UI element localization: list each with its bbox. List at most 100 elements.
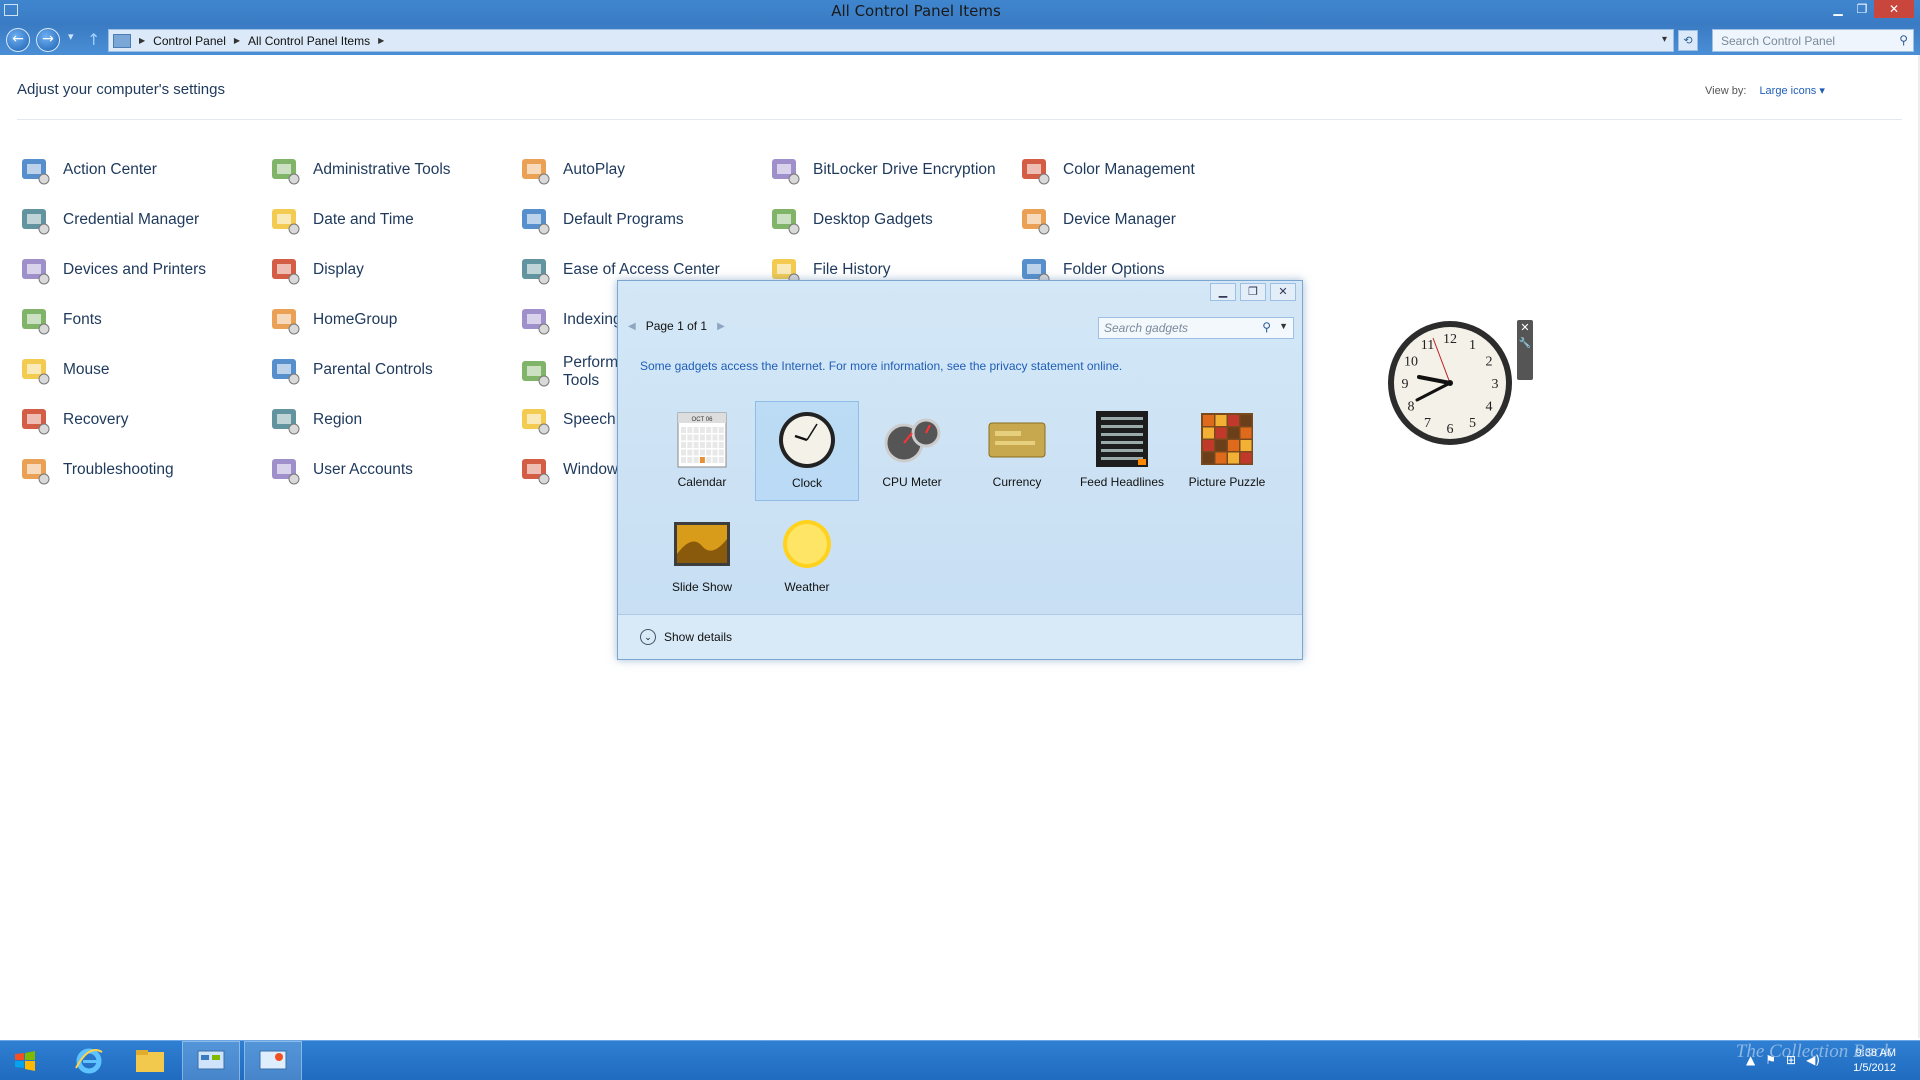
taskbar-file-explorer[interactable] bbox=[121, 1041, 179, 1080]
control-panel-item-label: Folder Options bbox=[1063, 261, 1165, 278]
prev-page-button[interactable]: ◀ bbox=[628, 321, 636, 332]
indexing-icon bbox=[519, 304, 551, 336]
control-panel-item[interactable]: Administrative Tools bbox=[269, 154, 514, 186]
control-panel-item[interactable]: Date and Time bbox=[269, 204, 514, 236]
next-page-button[interactable]: ▶ bbox=[717, 321, 725, 332]
gadget-tile[interactable]: Picture Puzzle bbox=[1175, 401, 1279, 501]
gadget-tile[interactable]: Clock bbox=[755, 401, 859, 501]
taskbar-internet-explorer[interactable] bbox=[60, 1041, 118, 1080]
troubleshooting-icon bbox=[19, 454, 51, 486]
control-panel-item[interactable]: Fonts bbox=[19, 304, 264, 336]
autoplay-icon bbox=[519, 154, 551, 186]
calendar-icon bbox=[269, 204, 301, 236]
control-panel-item[interactable]: Default Programs bbox=[519, 204, 764, 236]
search-placeholder: Search Control Panel bbox=[1721, 34, 1836, 48]
gadget-toolbar: ✕ 🔧 bbox=[1517, 320, 1533, 380]
control-panel-item[interactable]: Device Manager bbox=[1019, 204, 1264, 236]
control-panel-item-label: Recovery bbox=[63, 411, 129, 428]
gadget-label: Clock bbox=[791, 476, 822, 490]
privacy-info-link[interactable]: Some gadgets access the Internet. For mo… bbox=[640, 359, 1122, 373]
search-icon[interactable]: ⚲ bbox=[1262, 320, 1271, 334]
recent-pages-button[interactable]: ▾ bbox=[68, 30, 74, 43]
users-icon bbox=[269, 454, 301, 486]
control-panel-item[interactable]: Display bbox=[269, 254, 514, 286]
gadget-tile[interactable]: Feed Headlines bbox=[1070, 401, 1174, 501]
refresh-button[interactable]: ⟲ bbox=[1678, 30, 1698, 51]
printer-icon bbox=[19, 254, 51, 286]
address-bar[interactable]: ▶ Control Panel ▶ All Control Panel Item… bbox=[108, 29, 1674, 52]
clock-numeral: 2 bbox=[1486, 355, 1493, 370]
taskbar-control-panel[interactable] bbox=[182, 1041, 240, 1080]
gadget-label: Weather bbox=[784, 580, 830, 594]
start-button[interactable] bbox=[0, 1041, 50, 1080]
control-panel-item-label: Device Manager bbox=[1063, 211, 1176, 228]
display-icon bbox=[269, 254, 301, 286]
clock-numeral: 9 bbox=[1402, 377, 1409, 392]
gallery-maximize-button[interactable]: ❐ bbox=[1240, 283, 1266, 301]
gallery-footer: ⌄ Show details bbox=[618, 614, 1302, 659]
minimize-button[interactable]: ▁ bbox=[1826, 0, 1850, 18]
control-panel-item[interactable]: Color Management bbox=[1019, 154, 1264, 186]
gadget-tile[interactable]: CPU Meter bbox=[860, 401, 964, 501]
control-panel-item[interactable]: Devices and Printers bbox=[19, 254, 264, 286]
gadget-search-placeholder: Search gadgets bbox=[1104, 321, 1189, 335]
gallery-minimize-button[interactable]: ▁ bbox=[1210, 283, 1236, 301]
view-by-dropdown[interactable]: Large icons ▾ bbox=[1759, 85, 1824, 97]
control-panel-item[interactable]: BitLocker Drive Encryption bbox=[769, 154, 1014, 186]
clock-date: 1/5/2012 bbox=[1853, 1062, 1896, 1074]
control-panel-item[interactable]: User Accounts bbox=[269, 454, 514, 486]
gallery-close-button[interactable]: ✕ bbox=[1270, 283, 1296, 301]
breadcrumb-separator[interactable]: ▶ bbox=[139, 36, 145, 45]
breadcrumb-separator[interactable]: ▶ bbox=[234, 36, 240, 45]
control-panel-item[interactable]: Desktop Gadgets bbox=[769, 204, 1014, 236]
gadget-close-button[interactable]: ✕ bbox=[1517, 321, 1533, 334]
folder-icon bbox=[136, 1050, 164, 1072]
desktop-clock-gadget[interactable]: 12 12 3 456 78 9 1011 bbox=[1385, 318, 1515, 448]
search-icon[interactable]: ⚲ bbox=[1899, 33, 1908, 47]
gadget-tile[interactable]: Currency bbox=[965, 401, 1069, 501]
color-management-icon bbox=[1019, 154, 1051, 186]
control-panel-item[interactable]: Region bbox=[269, 404, 514, 436]
search-input[interactable]: Search Control Panel ⚲ bbox=[1712, 29, 1914, 52]
control-panel-item-label: Display bbox=[313, 261, 364, 278]
control-panel-item[interactable]: HomeGroup bbox=[269, 304, 514, 336]
clock-numeral: 1 bbox=[1469, 338, 1476, 353]
control-panel-item[interactable]: Credential Manager bbox=[19, 204, 264, 236]
slide-show-icon bbox=[672, 514, 732, 574]
breadcrumb-all-items[interactable]: All Control Panel Items bbox=[248, 34, 370, 48]
control-panel-item-label: Mouse bbox=[63, 361, 110, 378]
control-panel-item[interactable]: Recovery bbox=[19, 404, 264, 436]
bitlocker-icon bbox=[769, 154, 801, 186]
control-panel-item[interactable]: Parental Controls bbox=[269, 354, 514, 386]
control-panel-item[interactable]: Action Center bbox=[19, 154, 264, 186]
back-button[interactable]: ← bbox=[6, 28, 30, 52]
view-by: View by: Large icons ▾ bbox=[1705, 84, 1825, 97]
breadcrumb-separator[interactable]: ▶ bbox=[378, 36, 384, 45]
taskbar-gadget-gallery[interactable] bbox=[244, 1041, 302, 1080]
gadget-search-input[interactable]: Search gadgets ⚲ ▼ bbox=[1098, 317, 1294, 339]
gadget-tile[interactable]: Weather bbox=[755, 506, 859, 606]
maximize-button[interactable]: ❐ bbox=[1850, 0, 1874, 18]
control-panel-item[interactable]: Troubleshooting bbox=[19, 454, 264, 486]
gadget-tile[interactable]: Slide Show bbox=[650, 506, 754, 606]
address-dropdown-icon[interactable]: ▾ bbox=[1662, 34, 1667, 45]
caption-buttons: ▁ ❐ ✕ bbox=[1826, 0, 1914, 18]
recovery-icon bbox=[19, 404, 51, 436]
close-button[interactable]: ✕ bbox=[1874, 0, 1914, 18]
forward-button[interactable]: → bbox=[36, 28, 60, 52]
show-details-button[interactable]: Show details bbox=[664, 630, 732, 644]
up-button[interactable]: ↑ bbox=[87, 30, 100, 49]
control-panel-item-label: AutoPlay bbox=[563, 161, 626, 178]
control-panel-item-label: Troubleshooting bbox=[63, 461, 174, 478]
chevron-down-icon[interactable]: ⌄ bbox=[640, 629, 656, 645]
control-panel-item[interactable]: AutoPlay bbox=[519, 154, 764, 186]
gadget-tile[interactable]: OCT 06 Calendar bbox=[650, 401, 754, 501]
cpu-meter-icon bbox=[882, 409, 942, 469]
control-panel-item[interactable]: Mouse bbox=[19, 354, 264, 386]
search-dropdown-icon[interactable]: ▼ bbox=[1279, 321, 1288, 331]
control-panel-item-label: File History bbox=[813, 261, 891, 278]
breadcrumb-control-panel[interactable]: Control Panel bbox=[153, 34, 226, 48]
gallery-pager: ◀ Page 1 of 1 ▶ bbox=[628, 316, 758, 336]
page-label: Page 1 of 1 bbox=[645, 319, 708, 333]
gadget-options-button[interactable]: 🔧 bbox=[1517, 338, 1533, 349]
